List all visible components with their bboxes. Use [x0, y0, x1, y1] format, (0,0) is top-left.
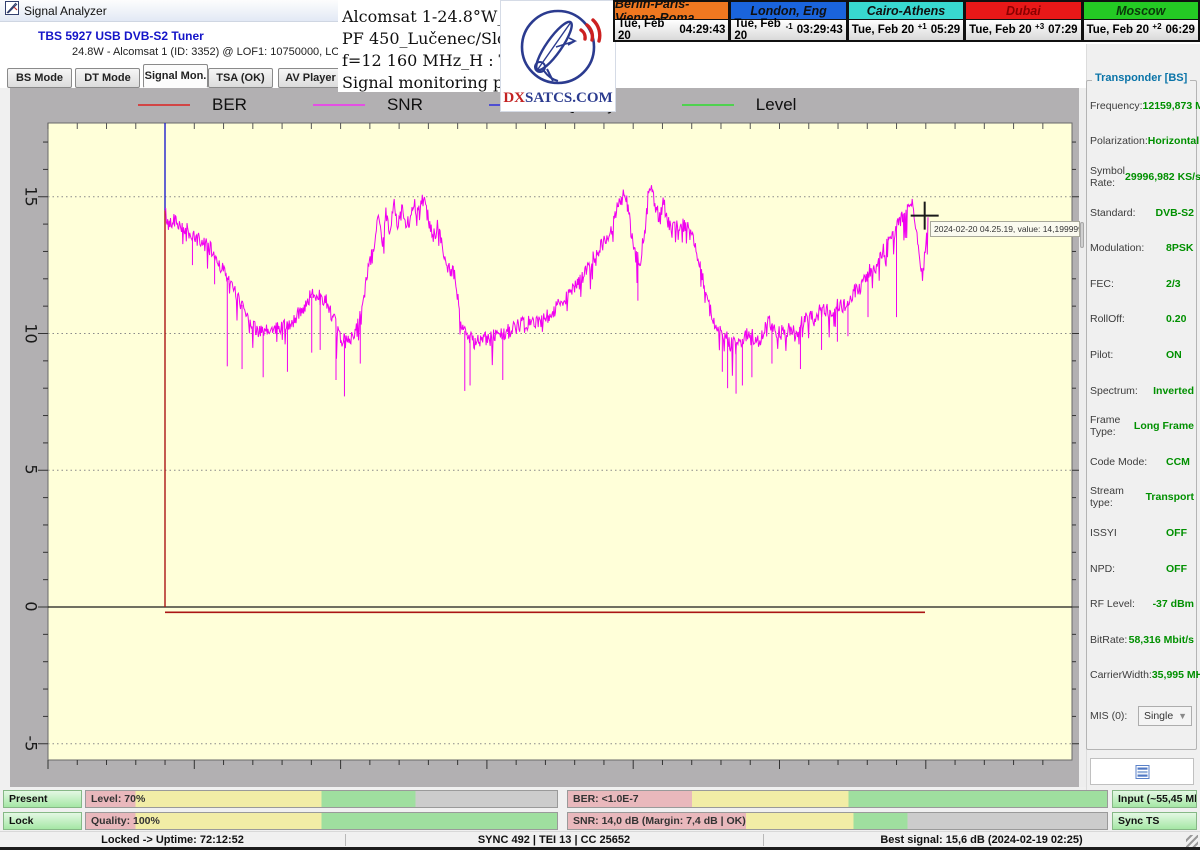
splitter-handle[interactable] [1080, 222, 1084, 248]
signal-arc-icon [581, 30, 585, 39]
status-section: Best signal: 15,6 dB (2024-02-19 02:25) [763, 832, 1200, 848]
list-icon [1135, 765, 1150, 779]
app-icon [5, 1, 19, 20]
transponder-row: Modulation:8PSK [1090, 230, 1194, 266]
tab-dt-mode[interactable]: DT Mode [75, 68, 140, 88]
dxsatcs-logo: DXSATCS.COM [500, 0, 616, 112]
stream-list-button[interactable] [1090, 758, 1194, 785]
transponder-row: Pilot:ON [1090, 337, 1194, 373]
present-badge: Present [3, 790, 82, 808]
transponder-row: BitRate:58,316 Mbit/s [1090, 622, 1194, 658]
y-tick-label: 10 [22, 318, 41, 348]
status-section: Locked -> Uptime: 72:12:52 [0, 832, 345, 848]
transponder-title: Transponder [BS] [1092, 72, 1190, 84]
signal-chart[interactable]: BERSNRQualityLevel 151050-5 2024-02-20 0… [10, 88, 1080, 787]
snr-plot[interactable] [10, 88, 1080, 787]
snr-meter: SNR: 14,0 dB (Margin: 7,4 dB | OK) [567, 812, 1108, 830]
panel-splitter [1079, 88, 1086, 787]
y-tick-label: -5 [22, 728, 41, 758]
level-meter: Level: 70% [85, 790, 558, 808]
input-rate-badge: Input (~55,45 Mbps) [1112, 790, 1197, 808]
chevron-down-icon: ▼ [1178, 711, 1191, 721]
transponder-row: Stream type:Transport [1090, 480, 1194, 516]
logo-text-dx: DX [503, 90, 525, 106]
transponder-row: ISSYIOFF [1090, 515, 1194, 551]
clock-dubai: DubaiTue, Feb 20+307:29 [965, 0, 1082, 42]
transponder-row: RollOff:0.20 [1090, 302, 1194, 338]
status-divider [345, 834, 346, 846]
transponder-row: Standard:DVB-S2 [1090, 195, 1194, 231]
transponder-row: CarrierWidth:35,995 MHz [1090, 658, 1194, 694]
clock-moscow: MoscowTue, Feb 20+206:29 [1083, 0, 1200, 42]
clock-berlin-paris-vienna-roma: Berlin-Paris-Vienna-RomaTue, Feb 2004:29… [613, 0, 730, 42]
y-tick-label: 0 [22, 592, 41, 622]
tab-tsa-ok-[interactable]: TSA (OK) [208, 68, 273, 88]
quality-meter: Quality: 100% [85, 812, 558, 830]
status-bar: Locked -> Uptime: 72:12:52SYNC 492 | TEI… [0, 831, 1200, 847]
mis-row: MIS (0): Single ▼ [1090, 706, 1194, 726]
svg-text:DXSATCS.COM: DXSATCS.COM [503, 90, 612, 106]
ber-meter: BER: <1.0E-7 [567, 790, 1108, 808]
mis-label: MIS (0): [1090, 710, 1138, 722]
chart-tooltip: 2024-02-20 04.25.19, value: 14,199999809… [930, 221, 1080, 237]
transponder-row: Spectrum:Inverted [1090, 373, 1194, 409]
clock-cairo-athens: Cairo-AthensTue, Feb 20+105:29 [848, 0, 965, 42]
transponder-row: Polarization:Horizontal [1090, 124, 1194, 160]
tab-av-player[interactable]: AV Player [278, 68, 343, 88]
mis-value: Single [1144, 710, 1173, 722]
transponder-row: RF Level:-37 dBm [1090, 586, 1194, 622]
clock-london-eng: London, EngTue, Feb 20-103:29:43 [730, 0, 847, 42]
world-clocks: Berlin-Paris-Vienna-RomaTue, Feb 2004:29… [613, 0, 1200, 42]
status-divider [763, 834, 764, 846]
sync-ts-badge: Sync TS [1112, 812, 1197, 830]
transponder-row: FEC:2/3 [1090, 266, 1194, 302]
transponder-row: NPD:OFF [1090, 551, 1194, 587]
transponder-row: Symbol Rate:29996,982 KS/s [1090, 159, 1194, 195]
transponder-row: Frequency:12159,873 MHz [1090, 88, 1194, 124]
transponder-rows: Frequency:12159,873 MHzPolarization:Hori… [1090, 88, 1194, 693]
transponder-row: Code Mode:CCM [1090, 444, 1194, 480]
mis-select[interactable]: Single ▼ [1138, 706, 1192, 726]
tab-bs-mode[interactable]: BS Mode [7, 68, 72, 88]
y-tick-label: 5 [22, 455, 41, 485]
tab-signal-mon-[interactable]: Signal Mon. [143, 64, 208, 88]
lock-badge: Lock [3, 812, 82, 830]
status-section: SYNC 492 | TEI 13 | CC 25652 [345, 832, 763, 848]
transponder-row: Frame Type:Long Frame [1090, 408, 1194, 444]
device-title: TBS 5927 USB DVB-S2 Tuner [38, 29, 204, 43]
window-title: Signal Analyzer [24, 4, 107, 18]
y-tick-label: 15 [22, 181, 41, 211]
logo-text-satcs: SATCS.COM [525, 90, 613, 106]
